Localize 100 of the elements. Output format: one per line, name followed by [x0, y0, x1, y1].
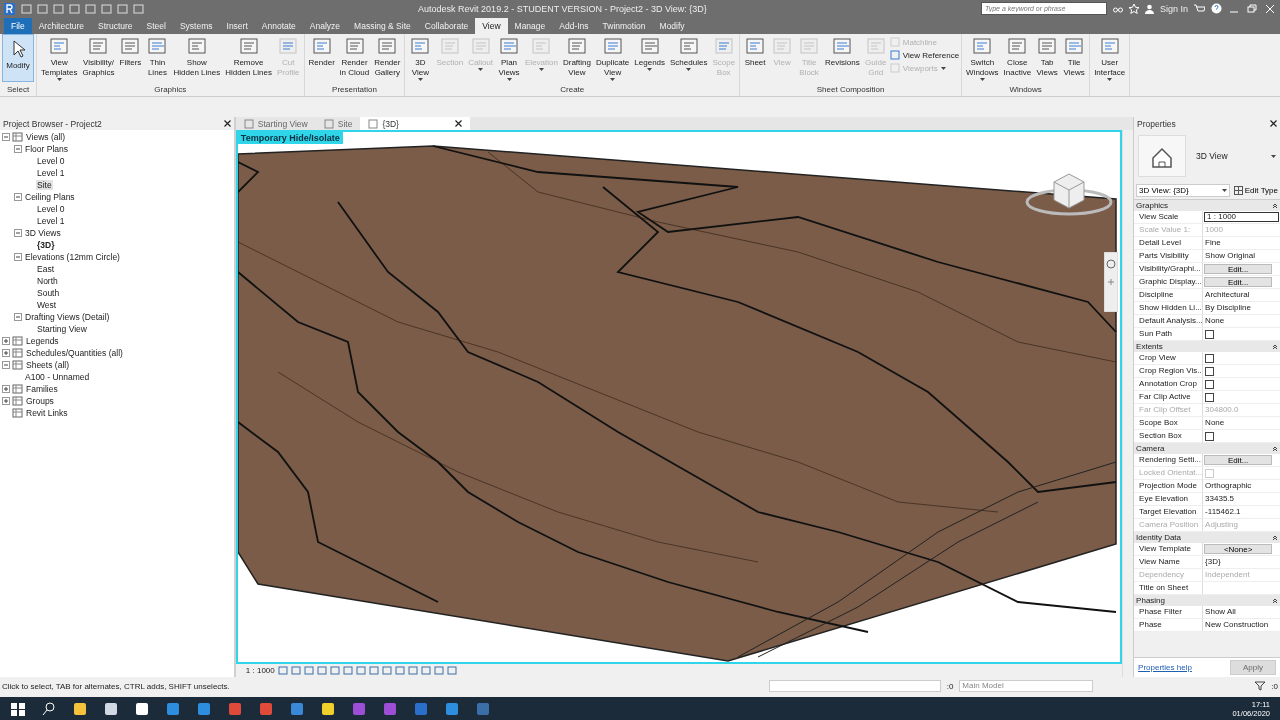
cart-icon[interactable] — [1194, 3, 1205, 14]
tree-item[interactable]: South — [36, 288, 61, 298]
ribbon-button[interactable]: User Interface — [1092, 34, 1128, 83]
tree-item[interactable]: Legends — [25, 336, 60, 346]
ribbon-button[interactable]: Tab Views — [1034, 34, 1061, 80]
ribbon-tab[interactable]: Steel — [139, 18, 173, 34]
ribbon-button[interactable]: Thin Lines — [144, 34, 171, 80]
ribbon-button[interactable]: Sheet — [742, 34, 769, 70]
tree-item[interactable]: Level 1 — [36, 168, 66, 178]
collapse-icon[interactable] — [1272, 202, 1278, 209]
ribbon-button[interactable]: Plan Views — [496, 34, 523, 83]
edit-type-button[interactable]: Edit Type — [1233, 186, 1278, 195]
search-icon[interactable] — [41, 701, 57, 717]
ribbon-button[interactable]: Drafting View — [560, 34, 593, 80]
ribbon-tab[interactable]: File — [4, 18, 32, 34]
checkbox[interactable] — [1205, 354, 1215, 363]
view-control-icon[interactable] — [342, 666, 353, 675]
checkbox[interactable] — [1205, 432, 1215, 441]
toolbar-icon[interactable] — [101, 3, 112, 14]
view-control-icon[interactable] — [355, 666, 366, 675]
help-link[interactable]: Properties help — [1138, 663, 1192, 672]
tree-item[interactable]: {3D} — [36, 240, 56, 250]
tree-item[interactable]: Starting View — [36, 324, 88, 334]
tree-item[interactable]: East — [36, 264, 55, 274]
ribbon-tab[interactable]: Modify — [652, 18, 692, 34]
view-control-icon[interactable] — [446, 666, 457, 675]
toolbar-icon[interactable] — [133, 3, 144, 14]
navigation-bar-drawing[interactable] — [1104, 252, 1119, 312]
expand-icon[interactable] — [2, 349, 10, 357]
view-control-icon[interactable] — [316, 666, 327, 675]
star-icon[interactable] — [1128, 3, 1139, 14]
view-control-icon[interactable] — [394, 666, 405, 675]
tree-item[interactable]: Families — [25, 384, 59, 394]
ribbon-button[interactable]: Close Inactive — [1001, 34, 1034, 80]
edit-button[interactable]: <None> — [1204, 544, 1273, 554]
view-tab[interactable]: {3D} — [360, 117, 471, 130]
toolbar-icon[interactable] — [117, 3, 128, 14]
view-control-icon[interactable] — [381, 666, 392, 675]
view-tab[interactable]: Site — [315, 117, 361, 130]
collapse-icon[interactable] — [1272, 343, 1278, 350]
ribbon-button[interactable]: Show Hidden Lines — [171, 34, 223, 80]
ribbon-button[interactable]: View Templates — [39, 34, 80, 83]
view-control-icon[interactable] — [303, 666, 314, 675]
checkbox[interactable] — [1205, 330, 1215, 339]
tree-item[interactable]: West — [36, 300, 58, 310]
sign-in-link[interactable]: Sign In — [1159, 3, 1188, 14]
ribbon-button[interactable]: Render — [306, 34, 337, 70]
view-control-icon[interactable] — [329, 666, 340, 675]
instance-selector[interactable]: 3D View: {3D} — [1136, 184, 1230, 197]
windows-logo-icon[interactable] — [10, 701, 26, 717]
app-logo-icon[interactable] — [4, 2, 15, 15]
property-field[interactable]: 1 : 1000 — [1204, 212, 1279, 222]
ribbon-button[interactable]: Render Gallery — [372, 34, 403, 80]
filter-icon[interactable] — [1255, 681, 1266, 691]
help-icon[interactable] — [1211, 3, 1222, 14]
view-scale[interactable]: 1 : 1000 — [245, 666, 275, 675]
model-field[interactable]: Main Model — [959, 680, 1094, 692]
modify-button[interactable]: Modify — [2, 34, 34, 82]
checkbox[interactable] — [1205, 380, 1215, 389]
tree-item[interactable]: Ceiling Plans — [24, 192, 76, 202]
ribbon-button[interactable]: Remove Hidden Lines — [223, 34, 274, 80]
binoculars-icon[interactable] — [1112, 4, 1123, 13]
view-control-icon[interactable] — [407, 666, 418, 675]
ribbon-tab[interactable]: Annotate — [254, 18, 303, 34]
tree-item[interactable]: A100 - Unnamed — [24, 372, 91, 382]
ribbon-button[interactable]: Schedules — [668, 34, 710, 73]
view-control-icon[interactable] — [420, 666, 431, 675]
toolbar-icon[interactable] — [37, 3, 48, 14]
tree-item[interactable]: Level 1 — [36, 216, 66, 226]
close-icon[interactable] — [223, 120, 231, 127]
view-control-icon[interactable] — [277, 666, 288, 675]
ribbon-button[interactable]: Revisions — [823, 34, 862, 70]
ribbon-button[interactable]: Visibility/ Graphics — [80, 34, 117, 80]
close-icon[interactable] — [455, 120, 463, 127]
edit-button[interactable]: Edit... — [1204, 455, 1273, 465]
tree-item[interactable]: Floor Plans — [24, 144, 69, 154]
toolbar-icon[interactable] — [69, 3, 80, 14]
app-icon[interactable] — [134, 701, 150, 717]
ribbon-button[interactable]: Render in Cloud — [337, 34, 372, 80]
tree-item[interactable]: Schedules/Quantities (all) — [25, 348, 124, 358]
tree-item[interactable]: Sheets (all) — [25, 360, 70, 370]
ribbon-tab[interactable]: Twinmotion — [595, 18, 653, 34]
tree-item[interactable]: Drafting Views (Detail) — [24, 312, 111, 322]
ribbon-tab[interactable]: Add-Ins — [552, 18, 596, 34]
ribbon-tab[interactable]: Collaborate — [417, 18, 476, 34]
ribbon-tab[interactable]: Structure — [91, 18, 140, 34]
collapse-icon[interactable] — [1272, 445, 1278, 452]
ribbon-tab[interactable]: Insert — [219, 18, 255, 34]
user-icon[interactable] — [1144, 3, 1154, 14]
ribbon-tab[interactable]: Analyze — [302, 18, 348, 34]
toolbar-icon[interactable] — [85, 3, 96, 14]
ribbon-button[interactable]: Legends — [632, 34, 668, 73]
tree-item[interactable]: North — [36, 276, 59, 286]
checkbox[interactable] — [1205, 367, 1215, 376]
view-control-icon[interactable] — [368, 666, 379, 675]
app-icon[interactable] — [72, 701, 88, 717]
ribbon-button[interactable]: Tile Views — [1061, 34, 1088, 80]
ribbon-button[interactable]: Switch Windows — [964, 34, 1001, 83]
view-control-icon[interactable] — [290, 666, 301, 675]
tree-item[interactable]: Views (all) — [25, 132, 67, 142]
